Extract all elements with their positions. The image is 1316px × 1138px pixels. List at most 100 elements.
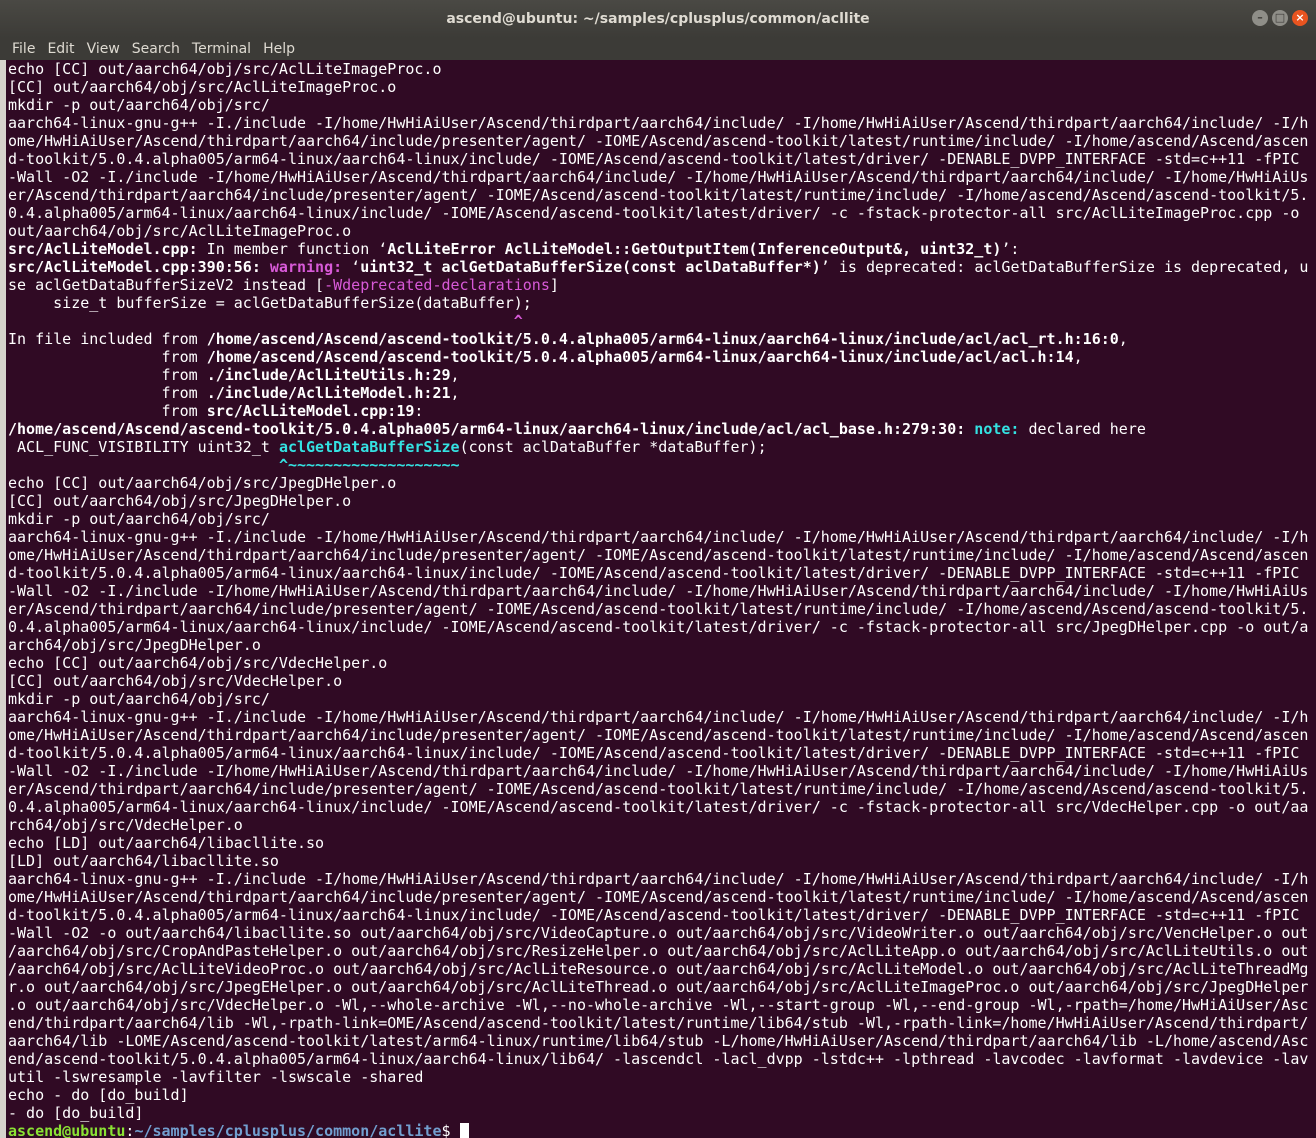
terminal-segment: r.o out/aarch64/obj/src/JpegEHelper.o ou… [8, 978, 1309, 996]
terminal-segment: -Wall -O2 -I./include -I/home/HwHiAiUser… [8, 762, 1309, 780]
terminal-segment: from [8, 384, 207, 402]
menu-search[interactable]: Search [126, 38, 186, 60]
terminal-segment: ’: [1001, 240, 1020, 258]
menu-edit[interactable]: Edit [41, 38, 80, 60]
terminal-line: -Wall -O2 -I./include -I/home/HwHiAiUser… [8, 168, 1316, 186]
terminal-line: ^~~~~~~~~~~~~~~~~~~~ [8, 456, 1316, 474]
terminal-segment: src/AclLiteModel.cpp:390:56: [8, 258, 261, 276]
terminal-segment: se aclGetDataBufferSizeV2 instead [ [8, 276, 325, 294]
terminal-segment: [CC] out/aarch64/obj/src/VdecHelper.o [8, 672, 343, 690]
terminal-segment: /home/ascend/Ascend/ascend-toolkit/5.0.4… [206, 330, 1119, 348]
terminal-line: ome/HwHiAiUser/Ascend/thirdpart/aarch64/… [8, 546, 1316, 564]
terminal-line: ^ [8, 312, 1316, 330]
terminal-segment: echo [CC] out/aarch64/obj/src/AclLiteIma… [8, 60, 442, 78]
terminal-segment: ome/HwHiAiUser/Ascend/thirdpart/aarch64/… [8, 132, 1309, 150]
terminal-line: end/thirdpart/aarch64/lib -Wl,-rpath-lin… [8, 1014, 1316, 1032]
terminal-segment: from [8, 402, 207, 420]
terminal-segment: (const aclDataBuffer *dataBuffer); [459, 438, 767, 456]
terminal-line: from ./include/AclLiteModel.h:21, [8, 384, 1316, 402]
terminal-segment: d-toolkit/5.0.4.alpha005/arm64-linux/aar… [8, 744, 1300, 762]
close-icon[interactable]: × [1292, 10, 1308, 26]
terminal-segment: -Wall -O2 -I./include -I/home/HwHiAiUser… [8, 582, 1309, 600]
terminal-segment: , [450, 384, 460, 402]
terminal-segment: echo - do [do_build] [8, 1086, 189, 1104]
terminal-line: /aarch64/obj/src/CropAndPasteHelper.o ou… [8, 942, 1316, 960]
terminal-line: from /home/ascend/Ascend/ascend-toolkit/… [8, 348, 1316, 366]
terminal-segment: er/Ascend/thirdpart/aarch64/include/pres… [8, 600, 1309, 618]
terminal-line: from src/AclLiteModel.cpp:19: [8, 402, 1316, 420]
terminal-segment: .o out/aarch64/obj/src/VdecHelper.o -Wl,… [8, 996, 1309, 1014]
terminal-segment: echo [CC] out/aarch64/obj/src/JpegDHelpe… [8, 474, 397, 492]
terminal-line: r.o out/aarch64/obj/src/JpegEHelper.o ou… [8, 978, 1316, 996]
terminal-segment: mkdir -p out/aarch64/obj/src/ [8, 96, 270, 114]
menu-file[interactable]: File [0, 38, 41, 60]
terminal-line: end/ascend-toolkit/5.0.4.alpha005/arm64-… [8, 1050, 1316, 1068]
menu-terminal[interactable]: Terminal [186, 38, 257, 60]
terminal-segment: -Wall -O2 -I./include -I/home/HwHiAiUser… [8, 168, 1309, 186]
terminal-line: src/AclLiteModel.cpp:390:56: warning: ‘u… [8, 258, 1316, 276]
terminal-segment: ome/HwHiAiUser/Ascend/thirdpart/aarch64/… [8, 546, 1309, 564]
terminal-line: ACL_FUNC_VISIBILITY uint32_t aclGetDataB… [8, 438, 1316, 456]
terminal-segment: 0.4.alpha005/arm64-linux/aarch64-linux/i… [8, 798, 1309, 816]
terminal-line: er/Ascend/thirdpart/aarch64/include/pres… [8, 186, 1316, 204]
prompt-user: ascend@ubuntu [8, 1122, 126, 1138]
title-bar[interactable]: ascend@ubuntu: ~/samples/cplusplus/commo… [0, 0, 1316, 38]
terminal-line: out/aarch64/obj/src/AclLiteImageProc.o [8, 222, 1316, 240]
terminal-segment: AclLiteError AclLiteModel::GetOutputItem… [387, 240, 1002, 258]
terminal-segment: from [8, 348, 207, 366]
terminal-segment: /aarch64/obj/src/CropAndPasteHelper.o ou… [8, 942, 1309, 960]
terminal-line: mkdir -p out/aarch64/obj/src/ [8, 96, 1316, 114]
terminal-line: arch64/obj/src/JpegDHelper.o [8, 636, 1316, 654]
terminal-segment: uint32_t aclGetDataBufferSize(const aclD… [360, 258, 821, 276]
prompt-line[interactable]: ascend@ubuntu:~/samples/cplusplus/common… [6, 1122, 1316, 1138]
terminal-line: echo [CC] out/aarch64/obj/src/JpegDHelpe… [8, 474, 1316, 492]
terminal-segment: echo [LD] out/aarch64/libacllite.so [8, 834, 325, 852]
terminal-segment: d-toolkit/5.0.4.alpha005/arm64-linux/aar… [8, 906, 1300, 924]
menu-view[interactable]: View [81, 38, 126, 60]
terminal-line: mkdir -p out/aarch64/obj/src/ [8, 690, 1316, 708]
terminal-line: src/AclLiteModel.cpp: In member function… [8, 240, 1316, 258]
terminal-segment [8, 456, 279, 474]
menu-help[interactable]: Help [257, 38, 301, 60]
terminal-line: se aclGetDataBufferSizeV2 instead [-Wdep… [8, 276, 1316, 294]
terminal-segment: ./include/AclLiteModel.h:21 [206, 384, 451, 402]
window-controls: – □ × [1252, 10, 1308, 26]
terminal-window: ascend@ubuntu: ~/samples/cplusplus/commo… [0, 0, 1316, 1138]
terminal-segment: warning: [269, 258, 343, 276]
terminal-line: ome/HwHiAiUser/Ascend/thirdpart/aarch64/… [8, 726, 1316, 744]
terminal-line: -Wall -O2 -I./include -I/home/HwHiAiUser… [8, 762, 1316, 780]
text-cursor [459, 1123, 469, 1138]
terminal-segment: , [1073, 348, 1083, 366]
terminal-line: 0.4.alpha005/arm64-linux/aarch64-linux/i… [8, 204, 1316, 222]
terminal-segment: ] [549, 276, 559, 294]
terminal-line: er/Ascend/thirdpart/aarch64/include/pres… [8, 600, 1316, 618]
terminal-segment: aclGetDataBufferSize [278, 438, 460, 456]
terminal-segment: ‘ [342, 258, 361, 276]
terminal-line: mkdir -p out/aarch64/obj/src/ [8, 510, 1316, 528]
terminal-line: - do [do_build] [8, 1104, 1316, 1122]
minimize-icon[interactable]: – [1252, 10, 1268, 26]
terminal-segment: mkdir -p out/aarch64/obj/src/ [8, 510, 270, 528]
terminal-segment: out/aarch64/obj/src/AclLiteImageProc.o [8, 222, 352, 240]
terminal-segment: end/thirdpart/aarch64/lib -Wl,-rpath-lin… [8, 1014, 1309, 1032]
terminal-segment: : [414, 402, 424, 420]
terminal-segment: In file included from [8, 330, 207, 348]
terminal-line: echo [CC] out/aarch64/obj/src/AclLiteIma… [8, 60, 1316, 78]
terminal-line: -Wall -O2 -I./include -I/home/HwHiAiUser… [8, 582, 1316, 600]
terminal-line: aarch64/lib -LOME/Ascend/ascend-toolkit/… [8, 1032, 1316, 1050]
terminal-line: .o out/aarch64/obj/src/VdecHelper.o -Wl,… [8, 996, 1316, 1014]
terminal-segment: ^~~~~~~~~~~~~~~~~~~~ [278, 456, 460, 474]
maximize-icon[interactable]: □ [1272, 10, 1288, 26]
terminal-segment: d-toolkit/5.0.4.alpha005/arm64-linux/aar… [8, 150, 1300, 168]
terminal-line: er/Ascend/thirdpart/aarch64/include/pres… [8, 780, 1316, 798]
terminal-line: 0.4.alpha005/arm64-linux/aarch64-linux/i… [8, 618, 1316, 636]
terminal-output-area[interactable]: echo [CC] out/aarch64/obj/src/AclLiteIma… [0, 60, 1316, 1138]
terminal-line: [CC] out/aarch64/obj/src/JpegDHelper.o [8, 492, 1316, 510]
terminal-segment: /home/ascend/Ascend/ascend-toolkit/5.0.4… [206, 348, 1074, 366]
terminal-segment: aarch64-linux-gnu-g++ -I./include -I/hom… [8, 528, 1309, 546]
terminal-line: aarch64-linux-gnu-g++ -I./include -I/hom… [8, 708, 1316, 726]
terminal-segment: [LD] out/aarch64/libacllite.so [8, 852, 279, 870]
terminal-segment [965, 420, 974, 438]
terminal-segment: ./include/AclLiteUtils.h:29 [206, 366, 451, 384]
terminal-segment: arch64/obj/src/JpegDHelper.o [8, 636, 261, 654]
